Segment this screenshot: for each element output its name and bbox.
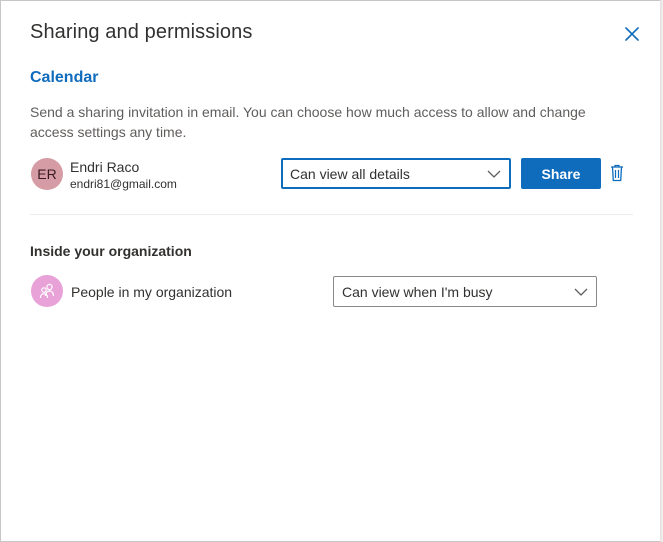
people-icon [39, 283, 55, 299]
delete-invitee-button[interactable] [608, 163, 626, 183]
share-button-label: Share [541, 165, 581, 182]
organization-section-title: Inside your organization [30, 243, 192, 259]
invitee-email: endri81@gmail.com [70, 177, 177, 191]
invitee-permission-dropdown[interactable]: Can view all details [281, 158, 511, 189]
sharing-description: Send a sharing invitation in email. You … [30, 104, 586, 140]
avatar: ER [31, 158, 63, 190]
section-divider [30, 214, 633, 215]
organization-permission-value: Can view when I'm busy [342, 283, 493, 300]
invitee-permission-value: Can view all details [290, 165, 410, 182]
invitee-name: Endri Raco [70, 159, 140, 175]
trash-icon [611, 164, 623, 182]
avatar-initials: ER [37, 166, 57, 182]
share-button[interactable]: Share [521, 158, 601, 189]
dialog-title: Sharing and permissions [30, 21, 253, 43]
close-icon [625, 27, 639, 41]
sharing-dialog: Sharing and permissions Calendar Send a … [0, 0, 663, 542]
calendar-name: Calendar [30, 69, 99, 86]
chevron-down-icon [574, 288, 588, 296]
organization-avatar [31, 275, 63, 307]
close-button[interactable] [621, 23, 643, 45]
chevron-down-icon [487, 170, 501, 178]
organization-name: People in my organization [71, 284, 233, 300]
organization-permission-dropdown[interactable]: Can view when I'm busy [333, 276, 597, 307]
